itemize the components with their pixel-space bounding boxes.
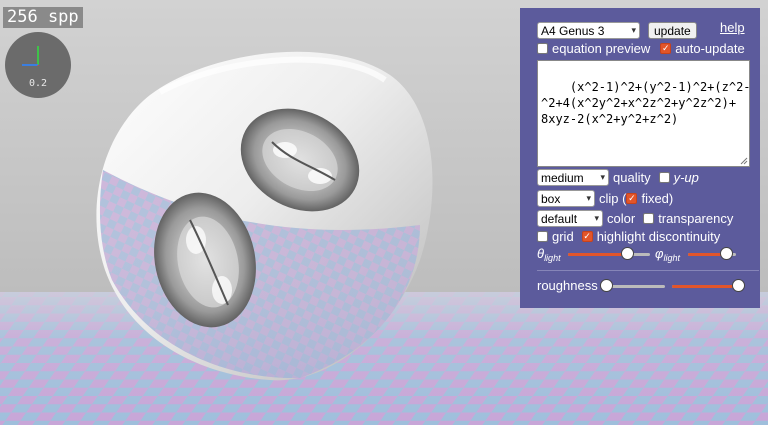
grid-label: grid xyxy=(552,229,574,244)
phi-light-knob[interactable] xyxy=(720,247,734,260)
y-up-label: y-up xyxy=(673,170,699,185)
color-select[interactable]: default ▾ xyxy=(537,210,603,227)
axis-scale-label: 0.2 xyxy=(28,78,48,89)
equation-preview-label: equation preview xyxy=(552,41,651,56)
auto-update-checkbox[interactable]: ✓ xyxy=(660,43,672,54)
checkmark-icon: ✓ xyxy=(628,193,636,203)
samples-per-pixel-counter: 256 spp xyxy=(3,7,83,28)
chevron-down-icon: ▾ xyxy=(586,193,591,203)
color-select-value: default xyxy=(541,211,578,226)
roughness-label: roughness xyxy=(537,278,598,293)
axis-gizmo[interactable]: 0.2 xyxy=(5,32,71,98)
theta-light-knob[interactable] xyxy=(621,247,635,260)
quality-select[interactable]: medium ▾ xyxy=(537,169,609,186)
clip-select-value: box xyxy=(541,191,561,206)
transparency-checkbox[interactable] xyxy=(643,213,655,224)
update-button[interactable]: update xyxy=(648,22,697,39)
surface-select[interactable]: A4 Genus 3 ▾ xyxy=(537,22,640,39)
auto-update-label: auto-update xyxy=(675,41,745,56)
roughness-secondary-knob[interactable] xyxy=(732,279,745,292)
quality-label: quality xyxy=(613,170,651,185)
checkmark-icon: ✓ xyxy=(662,43,670,53)
chevron-down-icon: ▾ xyxy=(631,25,636,35)
clip-label: clip ( xyxy=(599,191,627,206)
color-label: color xyxy=(607,211,636,226)
theta-light-slider[interactable] xyxy=(568,247,650,260)
roughness-secondary-fill xyxy=(672,285,738,288)
clip-select[interactable]: box ▾ xyxy=(537,190,595,207)
surface-select-value: A4 Genus 3 xyxy=(541,23,605,38)
checkmark-icon: ✓ xyxy=(583,231,591,241)
clip-fixed-label: fixed) xyxy=(641,191,674,206)
resize-handle-icon[interactable] xyxy=(740,157,748,165)
roughness-secondary-slider[interactable] xyxy=(672,279,745,292)
highlight-discontinuity-checkbox[interactable]: ✓ xyxy=(581,231,593,242)
roughness-slider[interactable] xyxy=(600,279,665,292)
control-panel: A4 Genus 3 ▾ update help equation previe… xyxy=(520,8,760,308)
y-up-checkbox[interactable] xyxy=(658,172,670,183)
phi-light-slider[interactable] xyxy=(688,247,736,260)
grid-checkbox[interactable] xyxy=(537,231,548,242)
theta-light-fill xyxy=(568,253,628,256)
help-link[interactable]: help xyxy=(720,20,745,35)
chevron-down-icon: ▾ xyxy=(594,213,599,223)
equation-editor[interactable]: (x^2-1)^2+(y^2-1)^2+(z^2-1) ^2+4(x^2y^2+… xyxy=(537,60,750,167)
equation-text: (x^2-1)^2+(y^2-1)^2+(z^2-1) ^2+4(x^2y^2+… xyxy=(541,80,750,126)
roughness-knob[interactable] xyxy=(600,279,613,292)
transparency-label: transparency xyxy=(658,211,734,226)
equation-preview-checkbox[interactable] xyxy=(537,43,548,54)
theta-light-label: θlight xyxy=(537,246,561,263)
chevron-down-icon: ▾ xyxy=(600,172,605,182)
panel-divider xyxy=(537,270,759,271)
highlight-discontinuity-label: highlight discontinuity xyxy=(596,229,721,244)
clip-fixed-checkbox[interactable]: ✓ xyxy=(626,193,638,204)
quality-select-value: medium xyxy=(541,170,584,185)
phi-light-label: φlight xyxy=(655,246,680,263)
